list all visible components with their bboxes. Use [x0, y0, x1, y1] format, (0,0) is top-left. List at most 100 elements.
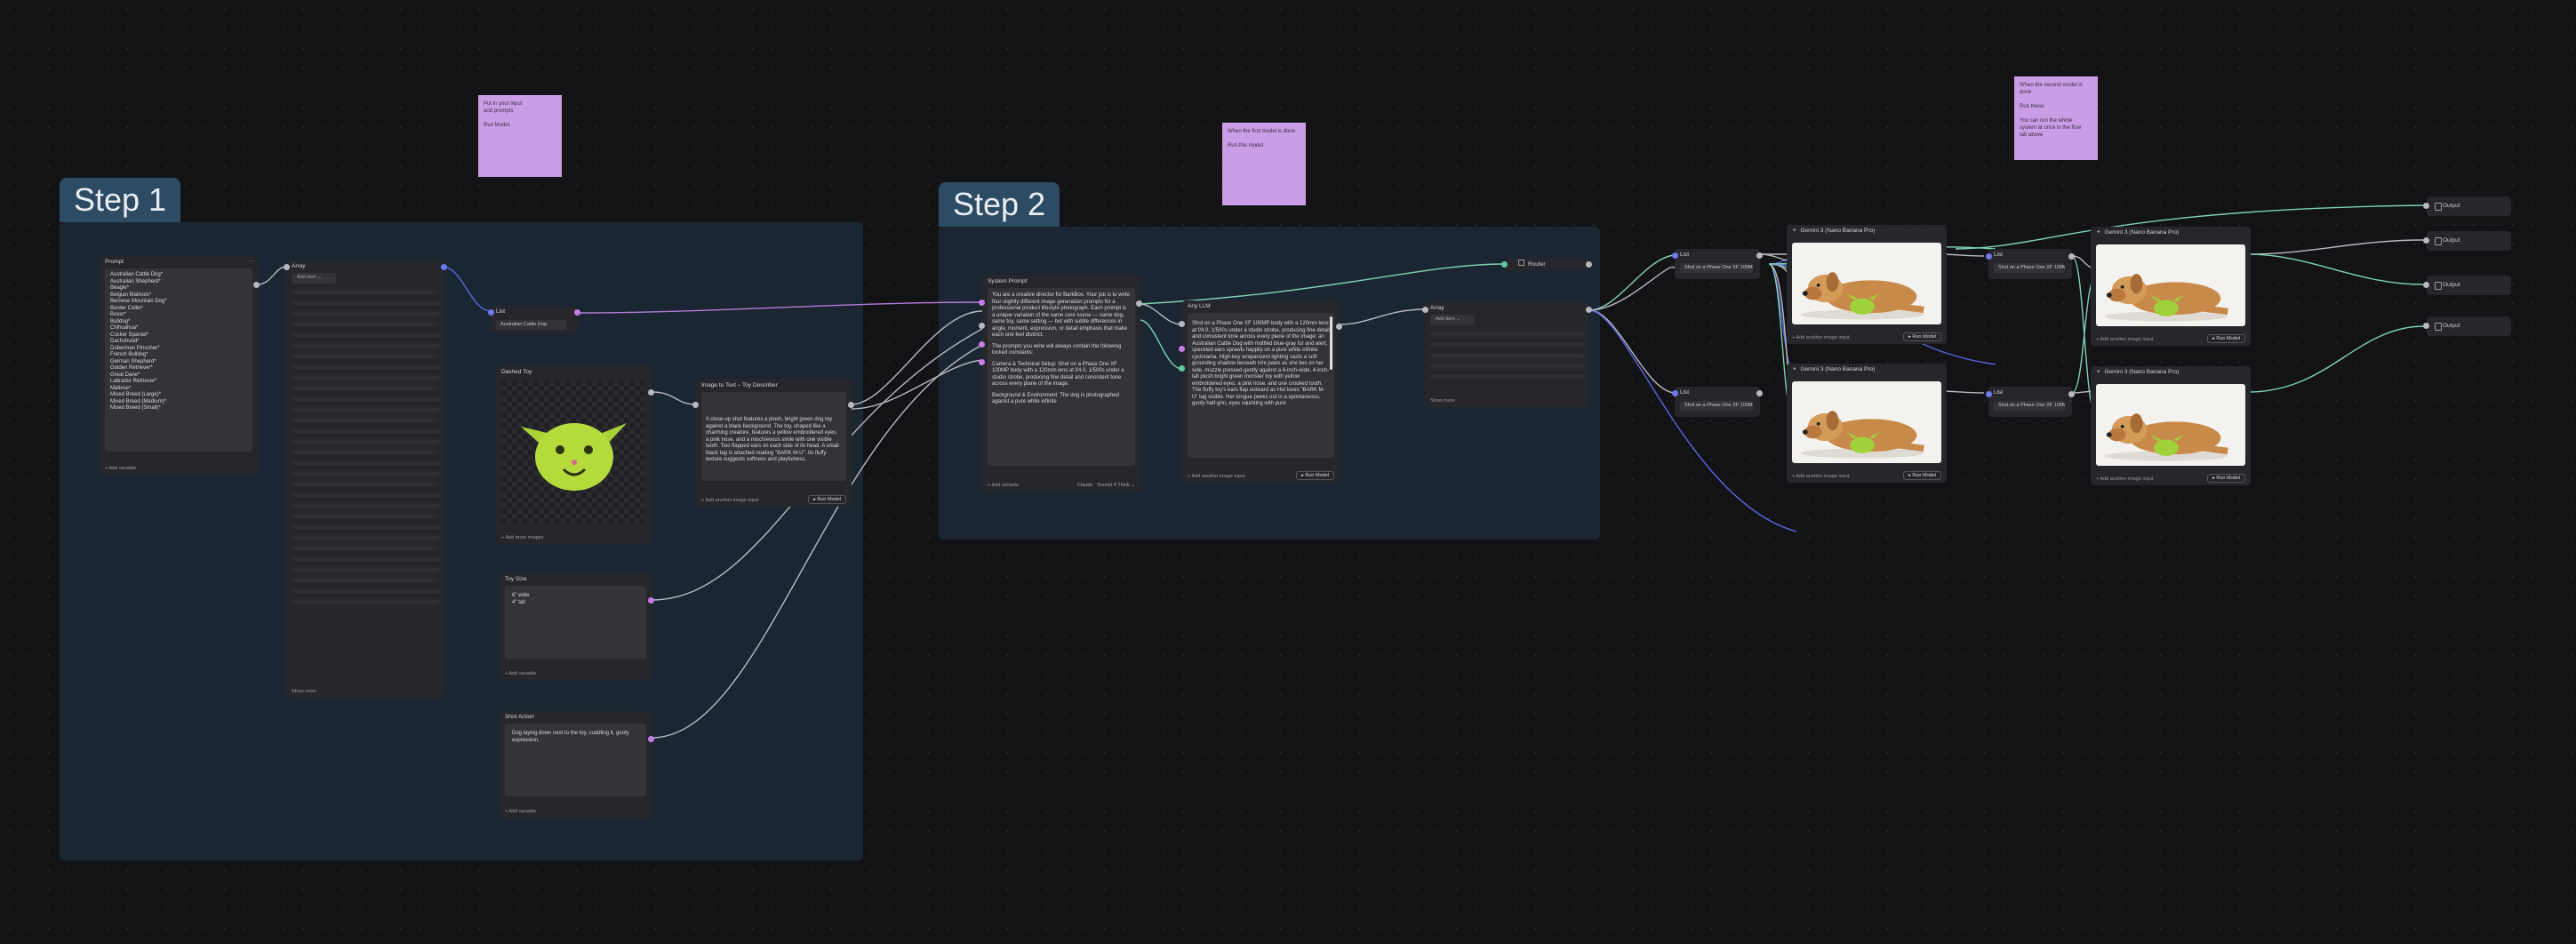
llm-output-text[interactable]: Shot on a Phase One XF 100MP body with a…	[1188, 313, 1334, 458]
any-llm-node[interactable]: Any LLM Shot on a Phase One XF 100MP bod…	[1182, 300, 1340, 483]
llm-scrollbar[interactable]	[1330, 316, 1332, 370]
output-node-2[interactable]: Output	[2427, 231, 2511, 251]
array-node-2[interactable]: Array Add item ⌄ Show more	[1425, 302, 1589, 407]
llm-input-port-1[interactable]	[1179, 321, 1185, 327]
add-variable-link[interactable]: + Add variable	[105, 466, 136, 471]
array1-output-port[interactable]	[441, 264, 447, 270]
array1-input-port[interactable]	[284, 264, 290, 270]
llm-output-port[interactable]	[1336, 324, 1342, 330]
system-prompt-node[interactable]: System Prompt You are a creative directo…	[982, 276, 1140, 492]
router-node[interactable]: Router	[1504, 259, 1589, 270]
add-image-input-link[interactable]: + Add another image input	[1188, 474, 1244, 479]
output-3-port[interactable]	[2423, 282, 2429, 288]
list-d-value[interactable]: Shot on a Phase One XF 100MP...	[1994, 401, 2065, 411]
list-b-output-port[interactable]	[1756, 390, 1763, 396]
run-model-button[interactable]: ▸ Run Model	[1296, 471, 1334, 480]
array2-input-port[interactable]	[1422, 307, 1428, 313]
sticky-note-1[interactable]: Put in your input and prompts Run Model	[478, 95, 562, 177]
add-image-input-link[interactable]: + Add another image input	[2096, 476, 2153, 482]
output-node-1[interactable]: Output	[2427, 196, 2511, 216]
list-node-d[interactable]: List Shot on a Phase One XF 100MP...	[1988, 387, 2072, 417]
gemini-node-4[interactable]: ✦ Gemini 3 (Nano Banana Pro) + Add another…	[2091, 366, 2251, 485]
add-image-input-link[interactable]: + Add another image input	[701, 498, 758, 503]
add-variable-link[interactable]: + Add variable	[505, 671, 536, 676]
system-input-port-3[interactable]	[979, 341, 985, 348]
router-output-port[interactable]	[1586, 261, 1592, 268]
show-more-link[interactable]: Show more	[1430, 398, 1455, 404]
list-d-output-port[interactable]	[2068, 391, 2075, 397]
add-image-input-link[interactable]: + Add another image input	[1792, 335, 1849, 340]
list-b-value[interactable]: Shot on a Phase One XF 100MP...	[1680, 401, 1753, 411]
run-model-button[interactable]: ▸ Run Model	[808, 495, 846, 504]
llm-input-port-2[interactable]	[1179, 346, 1185, 352]
list-node-a[interactable]: List Shot on a Phase One XF 100MP...	[1675, 249, 1760, 279]
array2-output-port[interactable]	[1586, 307, 1592, 313]
list-a-value[interactable]: Shot on a Phase One XF 100MP...	[1680, 263, 1753, 273]
group-tag-step2[interactable]: Step 2	[939, 182, 1060, 227]
shot-action-output-port[interactable]	[648, 736, 654, 742]
system-input-port-2[interactable]	[979, 323, 985, 329]
add-image-input-link[interactable]: + Add another image input	[1792, 474, 1849, 479]
sticky-note-3[interactable]: When the second model is done Run these …	[2014, 76, 2098, 160]
shot-action-field[interactable]: Dog laying down next to the toy, cuddlin…	[505, 724, 646, 796]
toy-description-text[interactable]: A close-up shot features a plush, bright…	[701, 392, 846, 481]
add-item-dropdown[interactable]: Add item ⌄	[1430, 315, 1475, 325]
gemini-node-2[interactable]: ✦ Gemini 3 (Nano Banana Pro) + Add another…	[1787, 364, 1947, 483]
list-d-input-port[interactable]	[1986, 391, 1992, 397]
list-b-input-port[interactable]	[1672, 390, 1678, 396]
list-c-value[interactable]: Shot on a Phase One XF 100MP...	[1994, 263, 2065, 273]
generated-dog-image[interactable]	[1792, 381, 1941, 463]
gemini-node-1[interactable]: ✦ Gemini 3 (Nano Banana Pro) + Add another…	[1787, 225, 1947, 344]
run-model-button[interactable]: ▸ Run Model	[2207, 334, 2245, 343]
dashed-toy-image-node[interactable]: Dashed Toy + Add more images	[496, 366, 652, 544]
run-model-button[interactable]: ▸ Run Model	[2207, 474, 2245, 483]
sticky-note-2[interactable]: When the first model is done Run this mo…	[1222, 123, 1306, 205]
run-model-button[interactable]: ▸ Run Model	[1903, 332, 1941, 341]
toy-size-field[interactable]: 6" wide 4" tall	[505, 586, 646, 659]
i2t-output-port[interactable]	[848, 402, 854, 408]
llm-input-port-3[interactable]	[1179, 365, 1185, 372]
add-item-dropdown[interactable]: Add item ⌄	[292, 273, 336, 284]
list1-output-port[interactable]	[574, 309, 580, 316]
system-output-port[interactable]	[1136, 300, 1142, 307]
list-a-input-port[interactable]	[1672, 252, 1678, 259]
output-node-4[interactable]: Output	[2427, 316, 2511, 336]
generated-dog-image[interactable]	[2096, 384, 2245, 466]
add-variable-link[interactable]: + Add variable	[988, 483, 1019, 488]
output-4-port[interactable]	[2423, 323, 2429, 329]
image-to-text-node[interactable]: Image to Text – Toy Describer A close-up…	[696, 380, 852, 507]
run-model-button[interactable]: ▸ Run Model	[1903, 471, 1941, 480]
output-node-3[interactable]: Output	[2427, 276, 2511, 295]
model-selector[interactable]: Claude Sonnet 4 Think ⌄	[1077, 483, 1135, 488]
system-input-port-1[interactable]	[979, 300, 985, 306]
generated-dog-image[interactable]	[2096, 244, 2245, 326]
system-prompt-field[interactable]: You are a creative director for BarkBox.…	[988, 288, 1135, 466]
list-node-b[interactable]: List Shot on a Phase One XF 100MP...	[1675, 387, 1760, 417]
list-node-1[interactable]: List Australian Cattle Dog	[491, 306, 578, 332]
array-node-1[interactable]: Array Add item ⌄ Show more	[286, 260, 444, 698]
list-node-c[interactable]: List Shot on a Phase One XF 100MP...	[1988, 249, 2072, 279]
list-a-output-port[interactable]	[1756, 252, 1763, 259]
add-image-input-link[interactable]: + Add another image input	[2096, 337, 2153, 342]
output-1-port[interactable]	[2423, 203, 2429, 209]
prompt-output-port[interactable]	[253, 282, 260, 288]
list-c-output-port[interactable]	[2068, 253, 2075, 260]
add-variable-link[interactable]: + Add variable	[505, 809, 536, 814]
toy-size-output-port[interactable]	[648, 597, 654, 604]
shot-action-node[interactable]: Shot Action Dog laying down next to the …	[500, 711, 652, 818]
add-more-images-link[interactable]: + Add more images	[501, 535, 544, 540]
list-value[interactable]: Australian Cattle Dog	[496, 320, 567, 330]
group-tag-step1[interactable]: Step 1	[60, 178, 181, 222]
toy-image[interactable]	[501, 380, 646, 525]
show-more-link[interactable]: Show more	[292, 689, 316, 694]
output-2-port[interactable]	[2423, 237, 2429, 244]
prompt-breed-list[interactable]: Australian Cattle Dog* Australian Shepher…	[105, 268, 252, 452]
gemini-node-3[interactable]: ✦ Gemini 3 (Nano Banana Pro) + Add another…	[2091, 227, 2251, 346]
dashed-toy-output-port[interactable]	[648, 389, 654, 396]
router-input-port[interactable]	[1501, 261, 1508, 268]
i2t-input-port[interactable]	[692, 402, 699, 408]
prompt-node[interactable]: Prompt ⋯ Australian Cattle Dog* Australian…	[100, 256, 258, 475]
list1-input-port[interactable]	[488, 309, 494, 316]
generated-dog-image[interactable]	[1792, 243, 1941, 324]
system-input-port-4[interactable]	[979, 359, 985, 365]
